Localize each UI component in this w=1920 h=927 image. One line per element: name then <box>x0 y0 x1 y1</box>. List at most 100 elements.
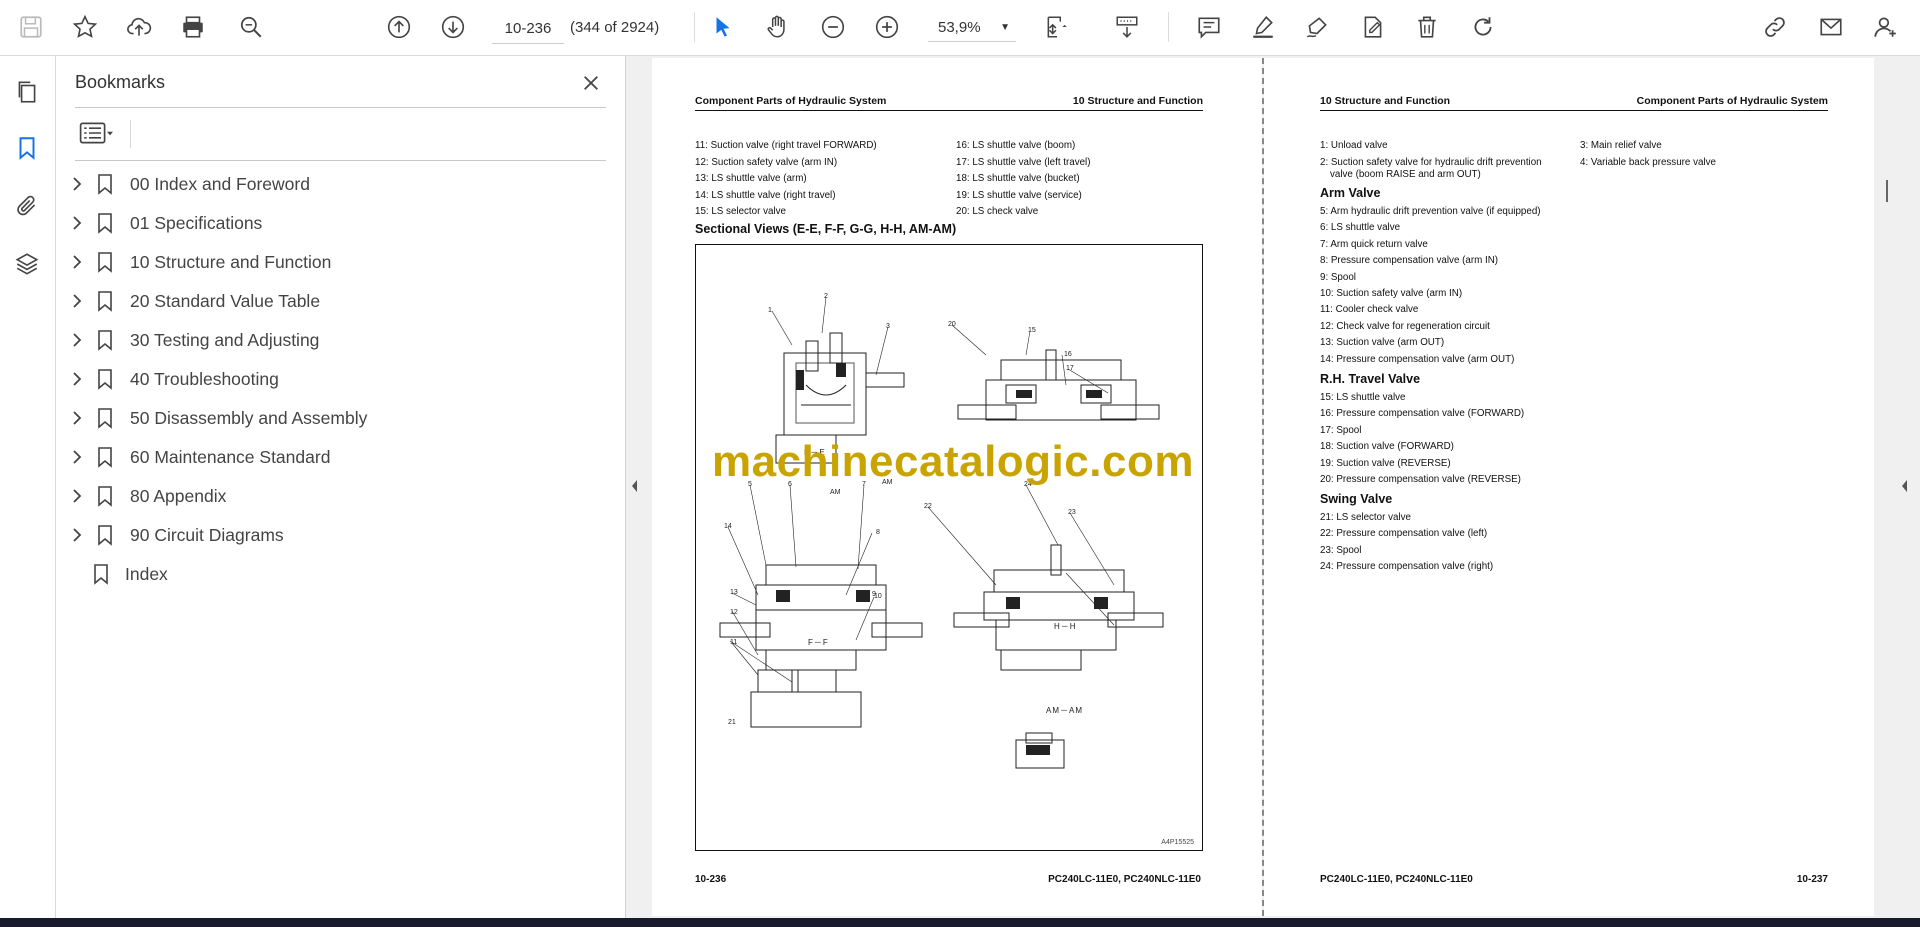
chevron-right-icon[interactable] <box>70 293 84 309</box>
chevron-right-icon[interactable] <box>70 410 84 426</box>
star-icon[interactable] <box>68 10 102 44</box>
chevron-right-icon[interactable] <box>70 332 84 348</box>
list-item: 11: Cooler check valve <box>1320 304 1419 316</box>
figure-caption: F－F <box>808 638 829 647</box>
bookmark-icon <box>92 563 110 585</box>
list-item: valve (boom RAISE and arm OUT) <box>1330 169 1481 180</box>
collapse-left-panel-icon[interactable] <box>629 478 639 494</box>
account-icon[interactable] <box>1868 10 1902 44</box>
bookmark-item[interactable]: 60 Maintenance Standard <box>56 437 625 476</box>
bookmark-item[interactable]: 01 Specifications <box>56 203 625 242</box>
zoom-in-icon[interactable] <box>870 10 904 44</box>
list-item: 20: Pressure compensation valve (REVERSE… <box>1320 474 1521 485</box>
draw-sign-icon[interactable] <box>1300 10 1334 44</box>
fill-sign-icon[interactable] <box>1356 10 1390 44</box>
list-item: 21: LS selector valve <box>1320 512 1411 523</box>
previous-page-icon[interactable] <box>382 10 416 44</box>
callout-number: 23 <box>1068 509 1076 516</box>
bookmark-item[interactable]: Index <box>56 554 625 593</box>
callout-number: 21 <box>728 719 736 726</box>
list-item: 8: Pressure compensation valve (arm IN) <box>1320 255 1499 267</box>
zoom-out-icon[interactable] <box>816 10 850 44</box>
next-page-icon[interactable] <box>436 10 470 44</box>
bookmark-label: 00 Index and Foreword <box>130 174 310 194</box>
section-title: R.H. Travel Valve <box>1320 372 1421 386</box>
bookmark-item[interactable]: 50 Disassembly and Assembly <box>56 398 625 437</box>
list-item: 22: Pressure compensation valve (left) <box>1320 528 1488 540</box>
figure-caption: AM－AM <box>1046 706 1083 715</box>
bookmark-item[interactable]: 40 Troubleshooting <box>56 359 625 398</box>
callout-number: AM <box>830 489 841 496</box>
scroll-mode-icon[interactable] <box>1110 10 1144 44</box>
section-title: Sectional Views (E-E, F-F, G-G, H-H, AM-… <box>695 222 957 236</box>
attachment-icon[interactable] <box>11 190 43 222</box>
chevron-right-icon[interactable] <box>70 254 84 270</box>
chevron-right-icon[interactable] <box>70 371 84 387</box>
rotate-icon[interactable] <box>1466 10 1500 44</box>
list-item: 3: Main relief valve <box>1580 140 1662 151</box>
list-item: 18: Suction valve (FORWARD) <box>1320 441 1454 453</box>
layers-icon[interactable] <box>11 248 43 280</box>
list-item: 2: Suction safety valve for hydraulic dr… <box>1320 157 1542 168</box>
hand-tool-icon[interactable] <box>760 10 794 44</box>
bookmark-item[interactable]: 20 Standard Value Table <box>56 281 625 320</box>
callout-number: 3 <box>886 323 890 330</box>
list-item: 24: Pressure compensation valve (right) <box>1320 561 1494 573</box>
chevron-right-icon[interactable] <box>70 176 84 192</box>
header-right: Component Parts of Hydraulic System <box>1636 95 1828 107</box>
chevron-right-icon[interactable] <box>70 488 84 504</box>
page-number-input[interactable] <box>492 13 564 44</box>
bookmark-label: 30 Testing and Adjusting <box>130 330 320 350</box>
bookmark-icon <box>96 251 114 273</box>
callout-number: 8 <box>876 529 880 536</box>
scrollbar-thumb[interactable] <box>1886 180 1888 202</box>
callout-number: 11 <box>730 639 738 646</box>
bookmark-item[interactable]: 10 Structure and Function <box>56 242 625 281</box>
comment-icon[interactable] <box>1192 10 1226 44</box>
bookmark-item[interactable]: 30 Testing and Adjusting <box>56 320 625 359</box>
highlight-icon[interactable] <box>1246 10 1280 44</box>
bookmark-label: Index <box>125 564 168 584</box>
taskbar-edge <box>0 918 1920 927</box>
list-item: 13: Suction valve (arm OUT) <box>1320 337 1445 349</box>
bookmark-label: 01 Specifications <box>130 213 263 233</box>
header-left: 10 Structure and Function <box>1320 95 1451 107</box>
expand-right-panel-icon[interactable] <box>1900 478 1910 494</box>
bookmark-icon <box>96 212 114 234</box>
callout-number: 15 <box>1028 327 1036 334</box>
cloud-upload-icon[interactable] <box>122 10 156 44</box>
close-icon[interactable] <box>576 68 606 98</box>
bookmark-list: 00 Index and Foreword 01 Specifications 10… <box>56 164 625 593</box>
bookmark-icon <box>96 485 114 507</box>
link-share-icon[interactable] <box>1758 10 1792 44</box>
callout-number: 2 <box>824 293 828 300</box>
page-footer-left: 10-236 <box>695 874 727 885</box>
chevron-right-icon[interactable] <box>70 527 84 543</box>
zoom-search-icon[interactable] <box>234 10 268 44</box>
bookmark-item[interactable]: 00 Index and Foreword <box>56 164 625 203</box>
bookmark-item[interactable]: 90 Circuit Diagrams <box>56 515 625 554</box>
page-fit-icon[interactable] <box>1040 10 1074 44</box>
list-item: 20: LS check valve <box>956 206 1039 217</box>
mail-icon[interactable] <box>1814 10 1848 44</box>
bookmark-label: 10 Structure and Function <box>130 252 332 272</box>
delete-icon[interactable] <box>1410 10 1444 44</box>
bookmark-panel-icon[interactable] <box>11 132 43 164</box>
page-thumbnails-icon[interactable] <box>11 76 43 108</box>
chevron-right-icon[interactable] <box>70 215 84 231</box>
list-item: 5: Arm hydraulic drift prevention valve … <box>1320 206 1541 217</box>
zoom-level-select[interactable]: 53,9% ▼ <box>928 13 1016 42</box>
list-item: 18: LS shuttle valve (bucket) <box>956 173 1080 184</box>
bookmark-item[interactable]: 80 Appendix <box>56 476 625 515</box>
chevron-right-icon[interactable] <box>70 449 84 465</box>
bookmark-options-button[interactable] <box>75 118 123 148</box>
save-icon[interactable] <box>14 10 48 44</box>
header-right: 10 Structure and Function <box>1072 95 1203 107</box>
select-cursor-icon[interactable] <box>706 10 740 44</box>
list-item: 14: Pressure compensation valve (arm OUT… <box>1320 353 1515 365</box>
figure-caption: H－H <box>1054 622 1077 631</box>
bookmarks-panel: Bookmarks 00 Index and Foreword 01 Specif… <box>56 56 626 918</box>
valve-drawing <box>719 296 1164 769</box>
print-icon[interactable] <box>176 10 210 44</box>
page-footer-right: 10-237 <box>1796 874 1828 885</box>
